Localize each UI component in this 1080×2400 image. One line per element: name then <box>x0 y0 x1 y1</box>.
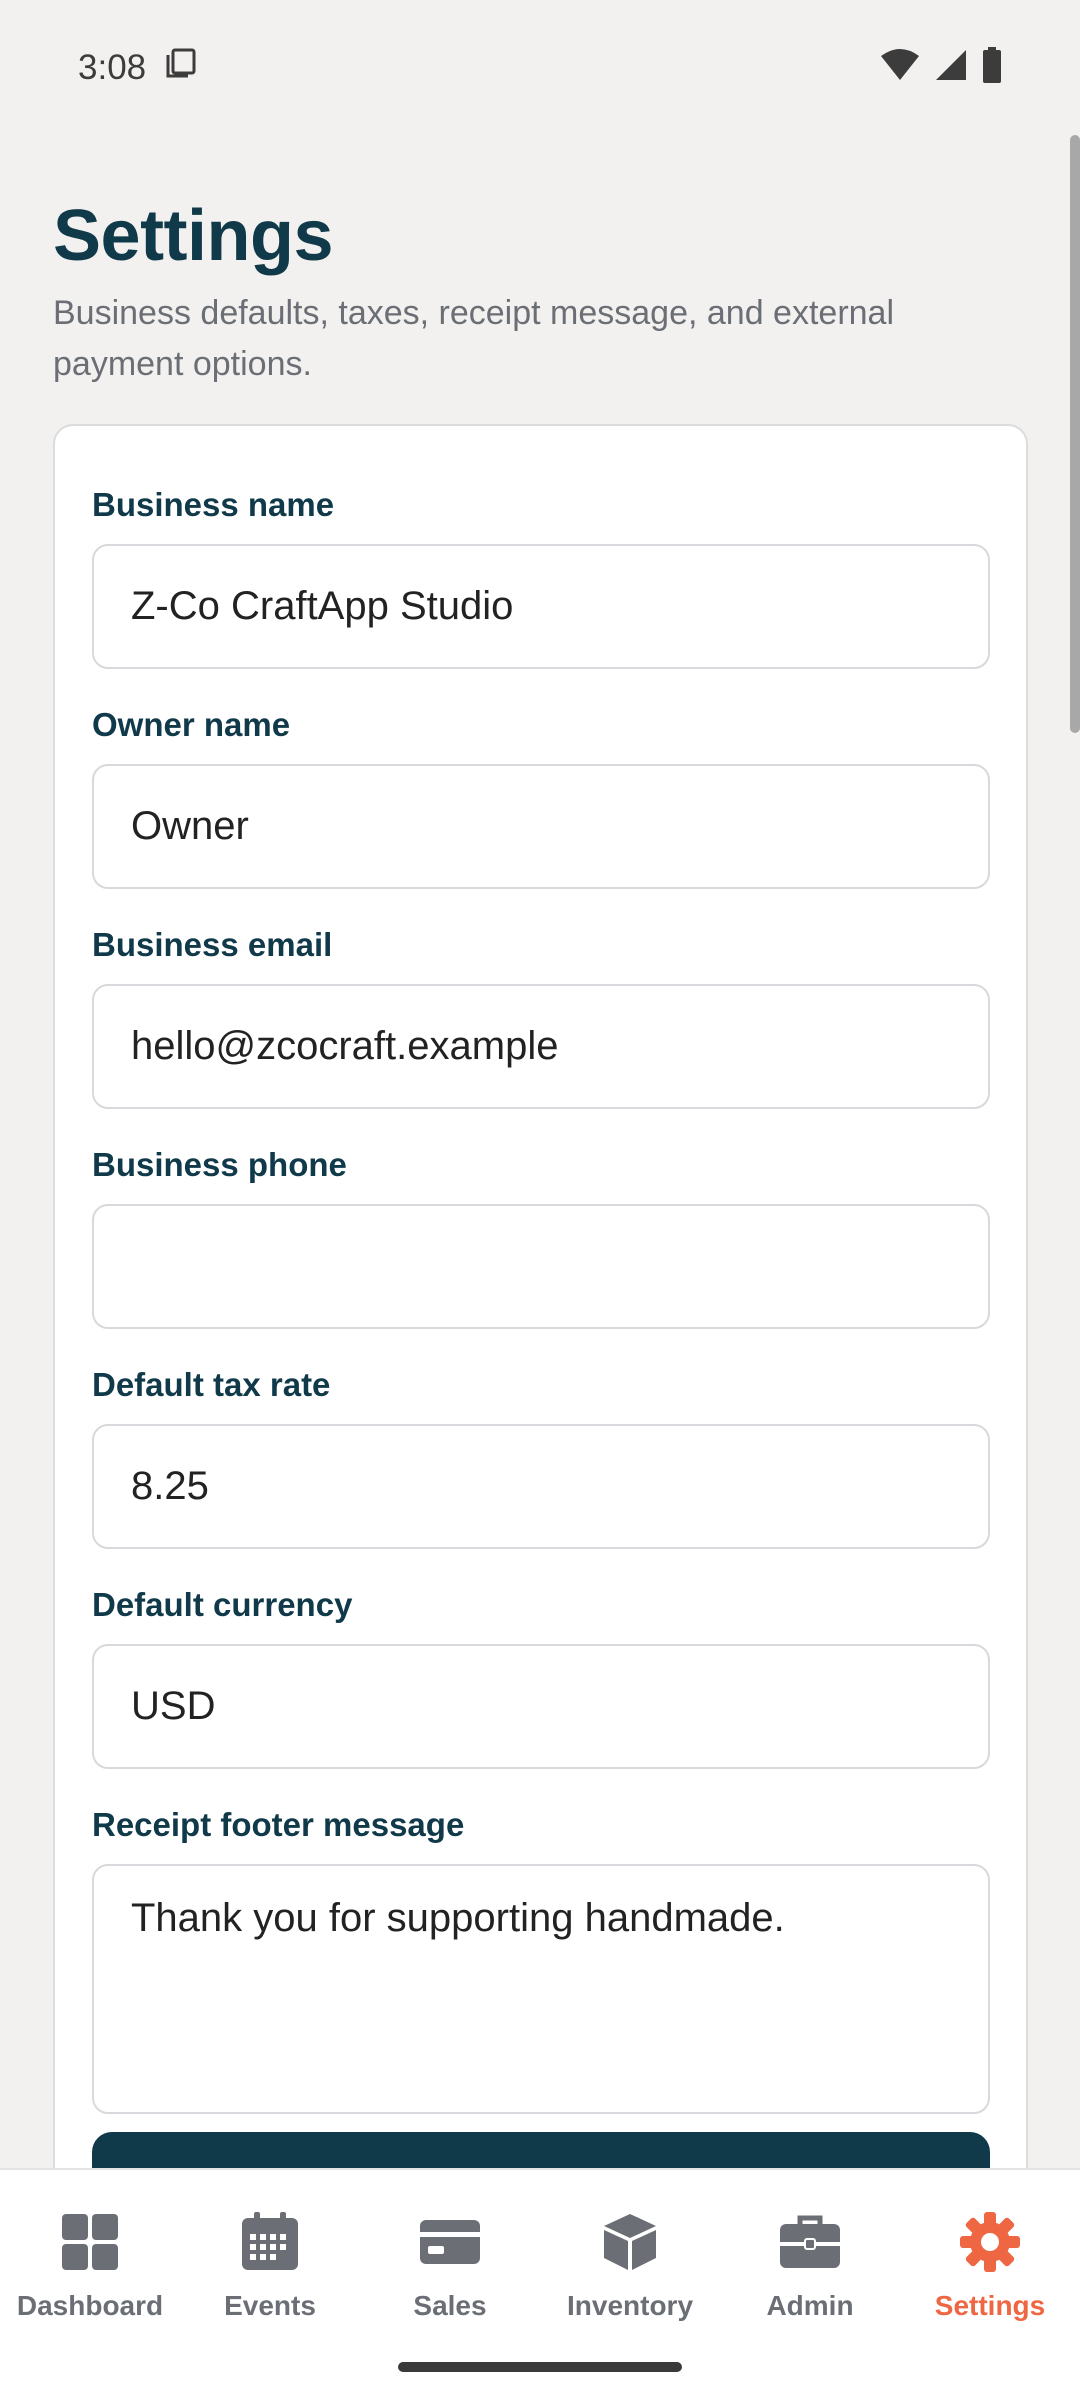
default-tax-rate-value: 8.25 <box>131 1464 209 1508</box>
default-currency-value: USD <box>131 1684 216 1728</box>
nav-label-events: Events <box>224 2290 316 2321</box>
page-subtitle: Business defaults, taxes, receipt messag… <box>53 294 895 383</box>
box-icon <box>598 2210 662 2274</box>
nav-label-admin: Admin <box>766 2290 854 2321</box>
business-email-label: Business email <box>92 926 333 963</box>
nav-label-inventory: Inventory <box>566 2290 694 2321</box>
status-bar: 3:08 <box>0 0 1080 135</box>
calendar-icon <box>238 2210 302 2274</box>
default-currency-label: Default currency <box>92 1586 353 1623</box>
nav-label-dashboard: Dashboard <box>16 2290 164 2321</box>
home-indicator[interactable] <box>398 2362 682 2372</box>
default-tax-rate-label: Default tax rate <box>92 1366 331 1403</box>
cellular-signal-icon <box>934 48 968 87</box>
nav-label-sales: Sales <box>413 2290 487 2321</box>
nav-item-events[interactable]: Events <box>180 2210 360 2322</box>
screenshot-notification-icon <box>164 46 198 89</box>
status-left: 3:08 <box>78 46 198 89</box>
nav-item-admin[interactable]: Admin <box>720 2210 900 2322</box>
business-name-input[interactable]: Z-Co CraftApp Studio <box>92 544 990 669</box>
briefcase-icon <box>778 2210 842 2274</box>
business-name-value: Z-Co CraftApp Studio <box>131 584 514 628</box>
receipt-footer-label: Receipt footer message <box>92 1806 465 1843</box>
wifi-icon <box>880 48 920 87</box>
card-icon <box>418 2210 482 2274</box>
receipt-footer-textarea[interactable]: Thank you for supporting handmade. <box>92 1864 990 2114</box>
page-title: Settings <box>53 196 334 276</box>
nav-item-dashboard[interactable]: Dashboard <box>0 2210 180 2322</box>
settings-form-card: Business name Z-Co CraftApp Studio Owner… <box>53 424 1028 2244</box>
nav-item-inventory[interactable]: Inventory <box>540 2210 720 2322</box>
default-currency-input[interactable]: USD <box>92 1644 990 1769</box>
nav-label-settings: Settings <box>934 2290 1046 2321</box>
nav-item-sales[interactable]: Sales <box>360 2210 540 2322</box>
business-email-input[interactable]: hello@zcocraft.example <box>92 984 990 1109</box>
business-email-value: hello@zcocraft.example <box>131 1024 559 1068</box>
business-name-label: Business name <box>92 486 335 523</box>
dashboard-icon <box>58 2210 122 2274</box>
owner-name-value: Owner <box>131 804 249 848</box>
default-tax-rate-input[interactable]: 8.25 <box>92 1424 990 1549</box>
owner-name-label: Owner name <box>92 706 291 743</box>
battery-icon <box>982 47 1002 88</box>
status-time: 3:08 <box>78 47 147 87</box>
scrollbar-thumb[interactable] <box>1070 135 1080 733</box>
business-phone-label: Business phone <box>92 1146 347 1183</box>
nav-item-settings[interactable]: Settings <box>900 2210 1080 2322</box>
receipt-footer-value: Thank you for supporting handmade. <box>131 1896 785 1940</box>
gear-icon <box>958 2210 1022 2274</box>
owner-name-input[interactable]: Owner <box>92 764 990 889</box>
status-right <box>880 47 1002 88</box>
business-phone-input[interactable] <box>92 1204 990 1329</box>
